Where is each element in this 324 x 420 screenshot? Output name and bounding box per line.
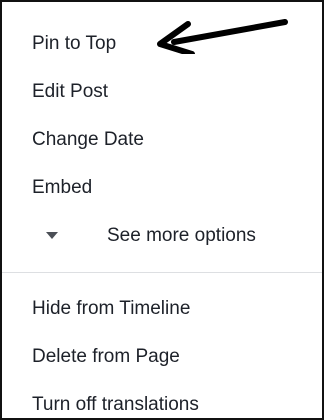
menu-item-hide-from-timeline[interactable]: Hide from Timeline xyxy=(32,296,190,322)
menu-item-change-date[interactable]: Change Date xyxy=(32,127,144,153)
menu-divider xyxy=(2,272,322,273)
menu-item-delete-from-page[interactable]: Delete from Page xyxy=(32,344,180,370)
menu-item-turn-off-translations[interactable]: Turn off translations xyxy=(32,392,199,418)
menu-item-embed[interactable]: Embed xyxy=(32,175,92,201)
see-more-options-toggle[interactable]: See more options xyxy=(32,223,312,249)
arrow-left-icon xyxy=(157,19,288,54)
caret-down-icon xyxy=(46,232,58,239)
see-more-options-label: See more options xyxy=(107,225,256,246)
post-options-menu: Pin to Top Edit Post Change Date Embed S… xyxy=(0,0,324,420)
menu-item-pin-to-top[interactable]: Pin to Top xyxy=(32,31,116,57)
menu-item-edit-post[interactable]: Edit Post xyxy=(32,79,108,105)
